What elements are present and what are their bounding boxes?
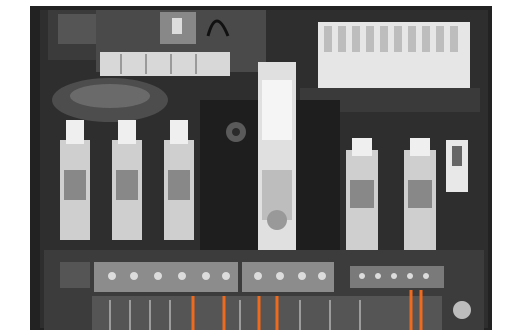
circuit-board-photo bbox=[0, 0, 508, 330]
top-module-label bbox=[172, 18, 182, 34]
fuse-group-left bbox=[60, 120, 194, 240]
terminal-left bbox=[60, 262, 90, 288]
top-component bbox=[58, 14, 98, 44]
wire-bundle bbox=[92, 296, 442, 330]
terminal-strip-top bbox=[100, 52, 230, 76]
bottom-screw bbox=[453, 301, 471, 319]
